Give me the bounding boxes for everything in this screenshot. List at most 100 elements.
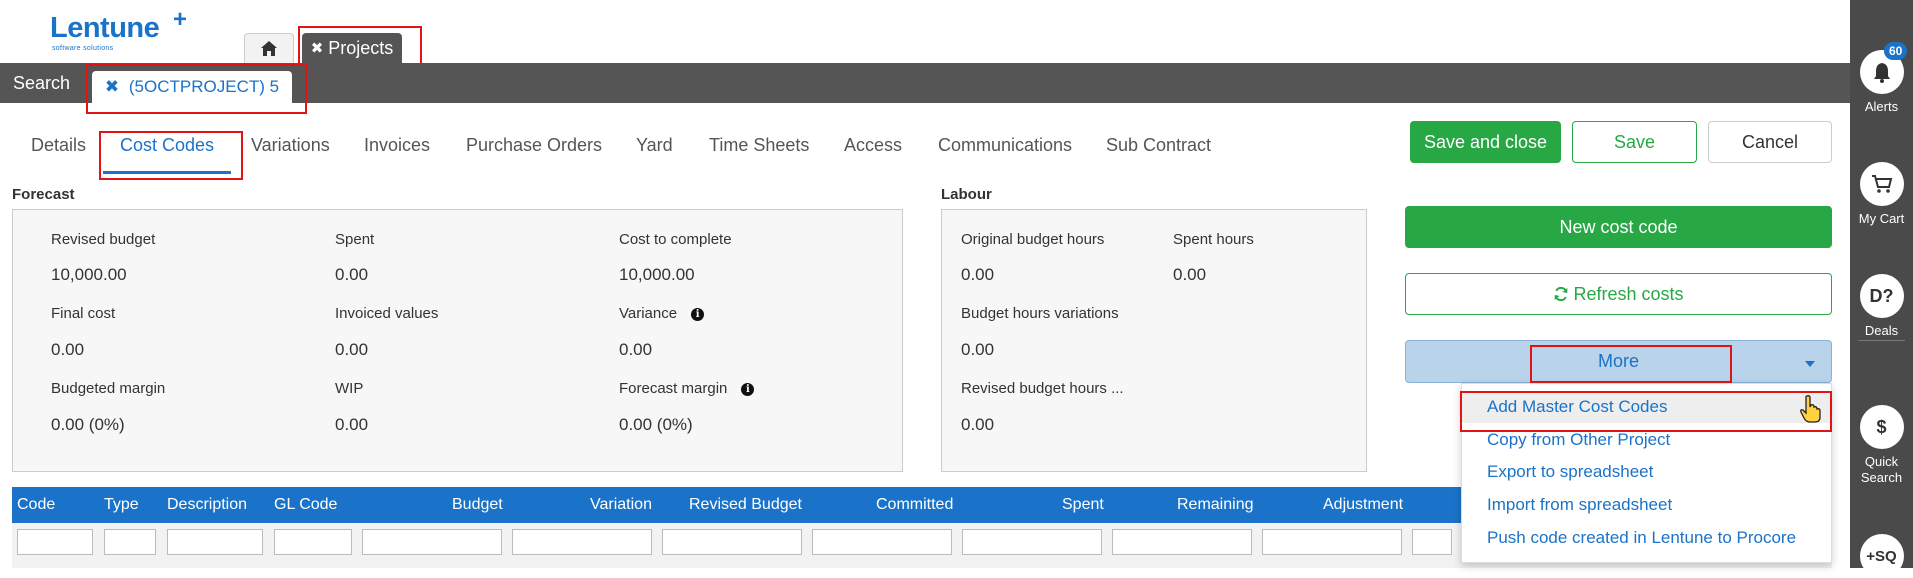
rail-quick-search[interactable]: $ Quick Search bbox=[1850, 405, 1913, 486]
menu-import-from-spreadsheet[interactable]: Import from spreadsheet bbox=[1462, 489, 1831, 521]
home-tab[interactable] bbox=[244, 33, 294, 63]
rail-divider bbox=[1858, 340, 1905, 341]
rail-my-cart[interactable]: My Cart bbox=[1850, 162, 1913, 227]
filter-description-input[interactable] bbox=[167, 529, 263, 555]
revised-budget-hours-value: 0.00 bbox=[961, 415, 995, 434]
filter-remaining-input[interactable] bbox=[1112, 529, 1252, 555]
sq-icon: +SQ bbox=[1859, 534, 1904, 578]
spent-label: Spent bbox=[335, 231, 375, 248]
subtab-communications[interactable]: Communications bbox=[938, 130, 1072, 174]
projects-tab[interactable]: ✖ Projects bbox=[302, 33, 402, 63]
wip-value: 0.00 bbox=[335, 415, 369, 434]
budgeted-margin-label: Budgeted margin bbox=[51, 380, 166, 397]
variance-label-wrap: Variance i bbox=[619, 305, 705, 322]
hand-cursor-icon bbox=[1800, 395, 1821, 423]
filter-extra-input[interactable] bbox=[1412, 529, 1452, 555]
right-sidebar: 60 Alerts My Cart D? Deals $ Quick Searc… bbox=[1850, 0, 1913, 578]
refresh-icon bbox=[1554, 286, 1568, 302]
col-description[interactable]: Description bbox=[167, 487, 247, 523]
filter-gl-code-input[interactable] bbox=[274, 529, 352, 555]
caret-down-icon bbox=[1805, 361, 1815, 367]
original-budget-hours-label: Original budget hours bbox=[961, 231, 1105, 248]
variance-value: 0.00 bbox=[619, 340, 653, 359]
rail-sq[interactable]: +SQ bbox=[1850, 534, 1913, 578]
subtab-sub-contract[interactable]: Sub Contract bbox=[1106, 130, 1211, 174]
cart-circle bbox=[1859, 162, 1904, 206]
menu-add-master-cost-codes[interactable]: Add Master Cost Codes bbox=[1462, 391, 1831, 423]
save-button[interactable]: Save bbox=[1572, 121, 1697, 163]
revised-budget-label: Revised budget bbox=[51, 231, 156, 248]
logo-plus: + bbox=[173, 6, 188, 33]
cost-to-complete-label: Cost to complete bbox=[619, 231, 732, 248]
more-label: More bbox=[1597, 351, 1639, 371]
cancel-button[interactable]: Cancel bbox=[1708, 121, 1832, 163]
invoiced-values-value: 0.00 bbox=[335, 340, 369, 359]
close-icon[interactable]: ✖ bbox=[311, 39, 324, 57]
new-cost-code-button[interactable]: New cost code bbox=[1405, 206, 1832, 248]
col-code[interactable]: Code bbox=[17, 487, 55, 523]
filter-type-input[interactable] bbox=[104, 529, 156, 555]
col-revised-budget[interactable]: Revised Budget bbox=[689, 487, 802, 523]
cart-icon bbox=[1871, 175, 1892, 193]
rail-deals[interactable]: D? Deals bbox=[1850, 274, 1913, 339]
subtab-variations[interactable]: Variations bbox=[251, 130, 330, 174]
filter-variation-input[interactable] bbox=[512, 529, 652, 555]
col-budget[interactable]: Budget bbox=[452, 487, 503, 523]
home-icon bbox=[261, 41, 277, 56]
menu-export-to-spreadsheet[interactable]: Export to spreadsheet bbox=[1462, 456, 1831, 488]
budgeted-margin-value: 0.00 (0%) bbox=[51, 415, 125, 434]
labour-panel: Original budget hours 0.00 Spent hours 0… bbox=[941, 209, 1367, 472]
subtab-yard[interactable]: Yard bbox=[636, 130, 673, 174]
filter-committed-input[interactable] bbox=[812, 529, 952, 555]
save-and-close-button[interactable]: Save and close bbox=[1410, 121, 1561, 163]
subtab-cost-codes[interactable]: Cost Codes bbox=[103, 130, 231, 174]
col-spent[interactable]: Spent bbox=[1062, 487, 1104, 523]
close-icon[interactable]: ✖ bbox=[105, 77, 119, 96]
menu-push-code-to-procore[interactable]: Push code created in Lentune to Procore bbox=[1462, 522, 1831, 554]
refresh-costs-button[interactable]: Refresh costs bbox=[1405, 273, 1832, 315]
col-adjustment[interactable]: Adjustment bbox=[1323, 487, 1403, 523]
subtab-invoices[interactable]: Invoices bbox=[364, 130, 430, 174]
labour-title: Labour bbox=[941, 186, 992, 203]
deals-icon: D? bbox=[1859, 274, 1904, 318]
subtab-time-sheets[interactable]: Time Sheets bbox=[709, 130, 809, 174]
col-remaining[interactable]: Remaining bbox=[1177, 487, 1253, 523]
budget-hours-variations-label: Budget hours variations bbox=[961, 305, 1119, 322]
info-icon[interactable]: i bbox=[741, 383, 755, 396]
invoiced-values-label: Invoiced values bbox=[335, 305, 439, 322]
rail-alerts[interactable]: 60 Alerts bbox=[1850, 42, 1913, 115]
more-dropdown-menu: Add Master Cost Codes Copy from Other Pr… bbox=[1461, 383, 1832, 563]
col-committed[interactable]: Committed bbox=[876, 487, 953, 523]
budget-hours-variations-value: 0.00 bbox=[961, 340, 995, 359]
filter-code-input[interactable] bbox=[17, 529, 93, 555]
cost-to-complete-value: 10,000.00 bbox=[619, 265, 695, 284]
revised-budget-hours-label: Revised budget hours ... bbox=[961, 380, 1124, 397]
info-icon[interactable]: i bbox=[691, 308, 705, 321]
col-variation[interactable]: Variation bbox=[590, 487, 652, 523]
filter-spent-input[interactable] bbox=[962, 529, 1102, 555]
more-button[interactable]: More bbox=[1405, 340, 1832, 383]
project-tab[interactable]: ✖ (5OCTPROJECT) 5 bbox=[92, 71, 292, 103]
wip-label: WIP bbox=[335, 380, 364, 397]
subtab-access[interactable]: Access bbox=[844, 130, 902, 174]
refresh-costs-label: Refresh costs bbox=[1573, 283, 1684, 304]
variance-label: Variance bbox=[619, 305, 678, 322]
filter-budget-input[interactable] bbox=[362, 529, 502, 555]
search-tab[interactable]: Search bbox=[13, 63, 70, 103]
spent-hours-value: 0.00 bbox=[1173, 265, 1207, 284]
logo-text: Lentune bbox=[50, 12, 160, 44]
menu-copy-from-other-project[interactable]: Copy from Other Project bbox=[1462, 424, 1831, 456]
subtab-details[interactable]: Details bbox=[31, 130, 86, 174]
cart-label: My Cart bbox=[1858, 211, 1905, 226]
col-type[interactable]: Type bbox=[104, 487, 139, 523]
filter-revised-budget-input[interactable] bbox=[662, 529, 802, 555]
bell-icon bbox=[1873, 63, 1890, 83]
col-gl-code[interactable]: GL Code bbox=[274, 487, 337, 523]
alerts-label: Alerts bbox=[1864, 99, 1899, 114]
deals-label: Deals bbox=[1864, 323, 1899, 338]
projects-tab-label: Projects bbox=[328, 37, 394, 58]
spent-hours-label: Spent hours bbox=[1173, 231, 1254, 248]
filter-adjustment-input[interactable] bbox=[1262, 529, 1402, 555]
subtab-purchase-orders[interactable]: Purchase Orders bbox=[466, 130, 602, 174]
forecast-margin-label-wrap: Forecast margin i bbox=[619, 380, 755, 397]
